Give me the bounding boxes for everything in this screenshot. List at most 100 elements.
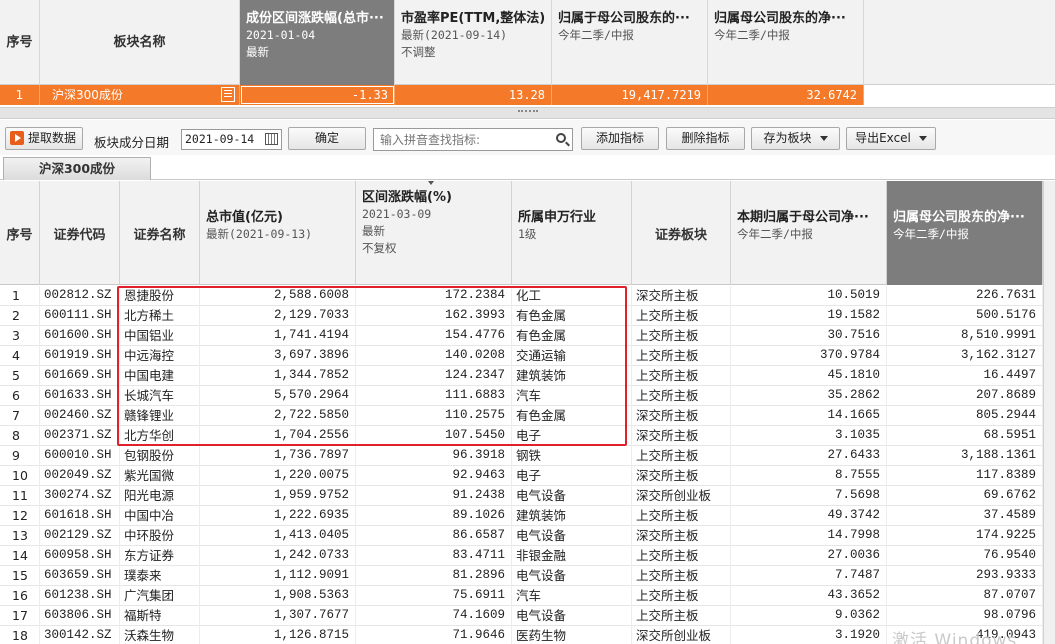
cell-board[interactable]: 上交所主板	[632, 346, 731, 366]
tab-hs300[interactable]: 沪深300成份	[3, 157, 151, 180]
cell-board[interactable]: 深交所主板	[632, 526, 731, 546]
cell-industry[interactable]: 电气设备	[512, 566, 632, 586]
cell-industry[interactable]: 化工	[512, 286, 632, 306]
table-row[interactable]: 2 600111.SH 北方稀土 2,129.7033 162.3993 有色金属 上交所主…	[0, 306, 1043, 326]
search-icon[interactable]	[556, 133, 566, 143]
cell-industry[interactable]: 有色金属	[512, 406, 632, 426]
cell-name[interactable]: 沃森生物	[120, 626, 200, 644]
cell-profit2[interactable]: 3,162.3127	[887, 346, 1043, 366]
table-row[interactable]: 13 002129.SZ 中环股份 1,413.0405 86.6587 电气设备 深交所主…	[0, 526, 1043, 546]
cell-name[interactable]: 北方稀土	[120, 306, 200, 326]
cell-profit1[interactable]: 27.0036	[731, 546, 887, 566]
cell-code[interactable]: 601600.SH	[40, 326, 120, 346]
cell-profit2[interactable]: 87.0707	[887, 586, 1043, 606]
table-row[interactable]: 12 601618.SH 中国中冶 1,222.6935 89.1026 建筑装饰 上交所主…	[0, 506, 1043, 526]
cell-market-cap[interactable]: 1,307.7677	[200, 606, 356, 626]
table-row[interactable]: 17 603806.SH 福斯特 1,307.7677 74.1609 电气设备 上交所主板…	[0, 606, 1043, 626]
table-row[interactable]: 15 603659.SH 璞泰来 1,112.9091 81.2896 电气设备 上交所主板…	[0, 566, 1043, 586]
cell-board[interactable]: 上交所主板	[632, 386, 731, 406]
cell-industry[interactable]: 钢铁	[512, 446, 632, 466]
cell-market-cap[interactable]: 1,242.0733	[200, 546, 356, 566]
table-row[interactable]: 8 002371.SZ 北方华创 1,704.2556 107.5450 电子 深交所主板 3…	[0, 426, 1043, 446]
cell-period-change[interactable]: 107.5450	[356, 426, 512, 446]
cell-profit1[interactable]: 3.1035	[731, 426, 887, 446]
cell-market-cap[interactable]: 2,129.7033	[200, 306, 356, 326]
cell-profit1[interactable]: 43.3652	[731, 586, 887, 606]
cell-market-cap[interactable]: 2,722.5850	[200, 406, 356, 426]
cell-code[interactable]: 300274.SZ	[40, 486, 120, 506]
splitter-grip-icon[interactable]	[518, 110, 538, 116]
table-row[interactable]: 16 601238.SH 广汽集团 1,908.5363 75.6911 汽车 上交所主板 4…	[0, 586, 1043, 606]
cell-code[interactable]: 002812.SZ	[40, 286, 120, 306]
cell-profit1[interactable]: 45.1810	[731, 366, 887, 386]
cell-profit2[interactable]: 68.5951	[887, 426, 1043, 446]
col-industry[interactable]: 所属申万行业 1级	[512, 181, 632, 285]
summary-col-return[interactable]: 成份区间涨跌幅(总市··· 2021-01-04 最新	[240, 0, 395, 85]
cell-board[interactable]: 深交所主板	[632, 466, 731, 486]
cell-period-change[interactable]: 92.9463	[356, 466, 512, 486]
save-as-sector-button[interactable]: 存为板块	[751, 127, 840, 150]
cell-profit1[interactable]: 8.7555	[731, 466, 887, 486]
cell-profit2[interactable]: 500.5176	[887, 306, 1043, 326]
cell-market-cap[interactable]: 1,908.5363	[200, 586, 356, 606]
cell-seq[interactable]: 11	[0, 486, 40, 506]
summary-col-sector-name[interactable]: 板块名称	[40, 0, 240, 85]
cell-period-change[interactable]: 81.2896	[356, 566, 512, 586]
cell-name[interactable]: 东方证券	[120, 546, 200, 566]
cell-seq[interactable]: 18	[0, 626, 40, 644]
cell-board[interactable]: 上交所主板	[632, 446, 731, 466]
summary-col-pe[interactable]: 市盈率PE(TTM,整体法) 最新(2021-09-14) 不调整	[395, 0, 552, 85]
cell-seq[interactable]: 7	[0, 406, 40, 426]
cell-profit2[interactable]: 117.8389	[887, 466, 1043, 486]
col-market-cap[interactable]: 总市值(亿元) 最新(2021-09-13)	[200, 181, 356, 285]
sort-desc-icon[interactable]	[428, 181, 434, 185]
cell-period-change[interactable]: 111.6883	[356, 386, 512, 406]
cell-profit2[interactable]: 76.9540	[887, 546, 1043, 566]
cell-profit1[interactable]: 3.1920	[731, 626, 887, 644]
list-icon[interactable]	[221, 87, 235, 102]
table-row[interactable]: 7 002460.SZ 赣锋锂业 2,722.5850 110.2575 有色金属 深交所主…	[0, 406, 1043, 426]
cell-name[interactable]: 中国铝业	[120, 326, 200, 346]
cell-board[interactable]: 上交所主板	[632, 606, 731, 626]
cell-market-cap[interactable]: 1,112.9091	[200, 566, 356, 586]
cell-period-change[interactable]: 83.4711	[356, 546, 512, 566]
cell-board[interactable]: 上交所主板	[632, 366, 731, 386]
col-period-change[interactable]: 区间涨跌幅(%) 2021-03-09 最新 不复权	[356, 181, 512, 285]
table-row[interactable]: 18 300142.SZ 沃森生物 1,126.8715 71.9646 医药生物 深交所创…	[0, 626, 1043, 644]
cell-seq[interactable]: 8	[0, 426, 40, 446]
summary-col-profit1[interactable]: 归属于母公司股东的··· 今年二季/中报	[552, 0, 708, 85]
cell-code[interactable]: 601238.SH	[40, 586, 120, 606]
cell-name[interactable]: 中远海控	[120, 346, 200, 366]
summary-col-profit2[interactable]: 归属母公司股东的净··· 今年二季/中报	[708, 0, 864, 85]
cell-code[interactable]: 002371.SZ	[40, 426, 120, 446]
cell-code[interactable]: 601669.SH	[40, 366, 120, 386]
cell-market-cap[interactable]: 1,126.8715	[200, 626, 356, 644]
table-row[interactable]: 5 601669.SH 中国电建 1,344.7852 124.2347 建筑装饰 上交所主…	[0, 366, 1043, 386]
cell-name[interactable]: 长城汽车	[120, 386, 200, 406]
cell-industry[interactable]: 非银金融	[512, 546, 632, 566]
indicator-search-input[interactable]	[373, 128, 573, 151]
cell-profit1[interactable]: 49.3742	[731, 506, 887, 526]
cell-profit1[interactable]: 30.7516	[731, 326, 887, 346]
cell-industry[interactable]: 电子	[512, 426, 632, 446]
cell-name[interactable]: 福斯特	[120, 606, 200, 626]
cell-profit2[interactable]: 174.9225	[887, 526, 1043, 546]
cell-period-change[interactable]: 154.4776	[356, 326, 512, 346]
cell-period-change[interactable]: 71.9646	[356, 626, 512, 644]
cell-industry[interactable]: 电气设备	[512, 526, 632, 546]
cell-market-cap[interactable]: 1,222.6935	[200, 506, 356, 526]
summary-row-return[interactable]: -1.33	[240, 85, 395, 105]
confirm-button[interactable]: 确定	[288, 127, 366, 150]
cell-market-cap[interactable]: 1,959.9752	[200, 486, 356, 506]
cell-profit2[interactable]: 3,188.1361	[887, 446, 1043, 466]
cell-name[interactable]: 包钢股份	[120, 446, 200, 466]
cell-period-change[interactable]: 96.3918	[356, 446, 512, 466]
summary-row-sector-name[interactable]: 沪深300成份	[40, 85, 240, 105]
cell-market-cap[interactable]: 1,220.0075	[200, 466, 356, 486]
cell-profit1[interactable]: 10.5019	[731, 286, 887, 306]
cell-seq[interactable]: 17	[0, 606, 40, 626]
calendar-icon[interactable]	[265, 133, 278, 145]
col-code[interactable]: 证券代码	[40, 181, 120, 285]
cell-name[interactable]: 阳光电源	[120, 486, 200, 506]
summary-row[interactable]: 1 沪深300成份 -1.33 13.28 19,417.7219 32.674…	[0, 85, 864, 105]
